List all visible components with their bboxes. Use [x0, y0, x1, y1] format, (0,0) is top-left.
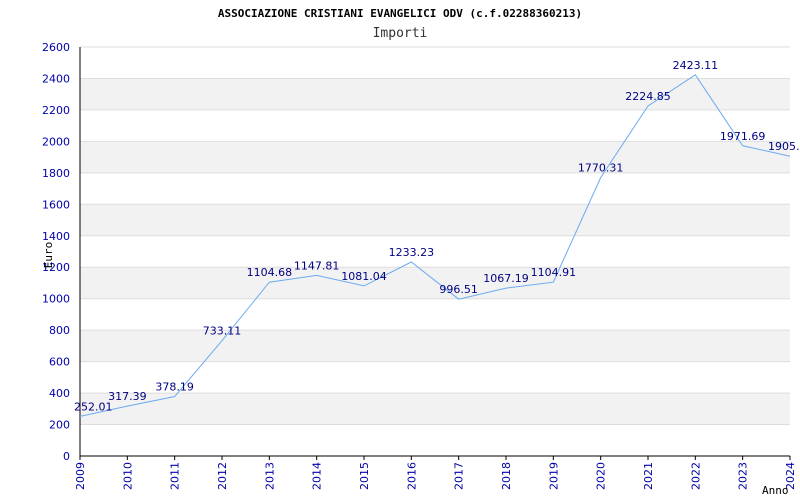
x-tick-label: 2023 — [737, 462, 750, 490]
series-line — [79, 74, 791, 417]
y-tick-label: 2000 — [42, 135, 70, 148]
grid-band — [80, 204, 790, 236]
x-tick-labels: 2009 2010 2011 2012 2013 2014 2015 2016 2017 2018… — [74, 456, 797, 490]
data-label: 317.39 — [108, 390, 147, 403]
data-label: 996.51 — [439, 283, 478, 296]
grid-band — [80, 330, 790, 362]
y-tick-label: 2200 — [42, 104, 70, 117]
data-label: 1104.91 — [531, 266, 577, 279]
x-tick-label: 2016 — [405, 462, 418, 490]
line-chart: 0200400600800100012001400160018002000220… — [42, 7, 800, 497]
x-tick-label: 2022 — [689, 462, 702, 490]
data-label: 1233.23 — [389, 246, 435, 259]
data-label: 1067.19 — [483, 272, 529, 285]
x-axis-label: Anno — [762, 484, 789, 497]
data-label: 252.01 — [74, 400, 113, 413]
grid-band — [80, 141, 790, 173]
y-tick-label: 1800 — [42, 167, 70, 180]
x-tick-label: 2017 — [453, 462, 466, 490]
y-tick-label: 2400 — [42, 72, 70, 85]
x-tick-label: 2015 — [358, 462, 371, 490]
y-tick-label: 200 — [49, 419, 70, 432]
x-tick-label: 2009 — [74, 462, 87, 490]
x-tick-label: 2010 — [121, 462, 134, 490]
data-label: 378.19 — [155, 381, 194, 394]
data-label: 1147.81 — [294, 259, 340, 272]
data-label: 1770.31 — [578, 162, 624, 175]
x-tick-label: 2018 — [500, 462, 513, 490]
y-tick-label: 1600 — [42, 198, 70, 211]
data-label: 1104.68 — [247, 266, 293, 279]
x-tick-label: 2021 — [642, 462, 655, 490]
y-tick-label: 2600 — [42, 41, 70, 54]
y-tick-label: 800 — [49, 324, 70, 337]
data-label: 1971.69 — [720, 130, 766, 143]
x-tick-label: 2020 — [595, 462, 608, 490]
y-tick-label: 1000 — [42, 293, 70, 306]
x-tick-label: 2019 — [547, 462, 560, 490]
chart-title: ASSOCIAZIONE CRISTIANI EVANGELICI ODV (c… — [218, 7, 582, 20]
x-tick-label: 2012 — [216, 462, 229, 490]
grid-bands — [80, 78, 790, 425]
data-label: 1081.04 — [341, 270, 387, 283]
x-tick-label: 2014 — [311, 462, 324, 490]
data-label: 2423.11 — [673, 59, 719, 72]
data-label: 2224.85 — [625, 90, 671, 103]
y-tick-label: 1400 — [42, 230, 70, 243]
x-tick-label: 2013 — [263, 462, 276, 490]
grid-band — [80, 393, 790, 425]
x-tick-label: 2011 — [169, 462, 182, 490]
y-tick-label: 400 — [49, 387, 70, 400]
chart-subtitle: Importi — [373, 26, 428, 41]
grid-band — [80, 267, 790, 299]
y-tick-label: 0 — [63, 450, 70, 463]
data-label: 1905.7 — [768, 140, 800, 153]
y-tick-label: 600 — [49, 356, 70, 369]
y-axis-label: Euro — [42, 242, 55, 269]
data-label: 733.11 — [203, 325, 242, 338]
